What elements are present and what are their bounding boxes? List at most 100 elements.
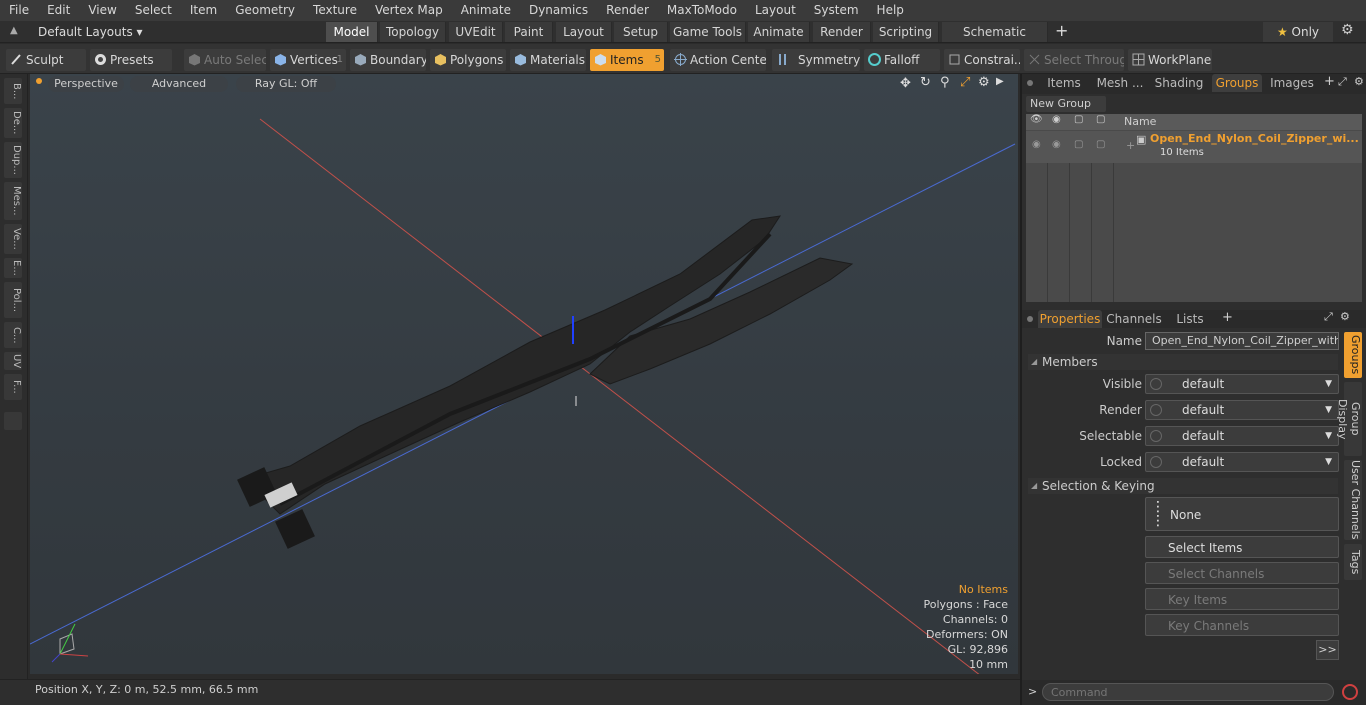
- collapse-icon[interactable]: ▲: [10, 25, 18, 36]
- menu-geometry[interactable]: Geometry: [226, 0, 304, 21]
- tab-layout[interactable]: Layout: [556, 22, 612, 42]
- visible-dropdown[interactable]: default ▼: [1145, 374, 1339, 394]
- side-tab-user-channels[interactable]: User Channels: [1344, 460, 1362, 540]
- layouts-dropdown[interactable]: Default Layouts ▾: [38, 23, 143, 41]
- zoom-view-icon[interactable]: ⚲: [940, 75, 950, 90]
- select-items-button[interactable]: Select Items: [1145, 536, 1339, 558]
- polygons-button[interactable]: Polygons: [430, 49, 506, 71]
- tab-images[interactable]: Images: [1264, 74, 1320, 92]
- tab-topology[interactable]: Topology: [380, 22, 446, 42]
- tab-mesh[interactable]: Mesh ...: [1094, 74, 1146, 92]
- left-tab-3[interactable]: Mes...: [4, 182, 22, 220]
- gear-icon[interactable]: ⚙: [1341, 22, 1354, 38]
- menu-help[interactable]: Help: [868, 0, 913, 21]
- constraints-button[interactable]: Constrai...: [944, 49, 1020, 71]
- lock-icon[interactable]: ▢: [1096, 139, 1105, 150]
- record-icon[interactable]: [1342, 684, 1358, 700]
- expand-icon[interactable]: ⤢: [1338, 75, 1347, 89]
- select-channels-button[interactable]: Select Channels: [1145, 562, 1339, 584]
- presets-button[interactable]: Presets: [90, 49, 172, 71]
- select-through-button[interactable]: Select Through: [1024, 49, 1124, 71]
- left-tab-6[interactable]: Pol...: [4, 282, 22, 318]
- selection-keying-section[interactable]: Selection & Keying: [1028, 478, 1338, 494]
- fit-view-icon[interactable]: ⤢: [960, 75, 970, 90]
- more-button[interactable]: >>: [1316, 640, 1339, 660]
- side-tab-tags[interactable]: Tags: [1344, 544, 1362, 580]
- falloff-button[interactable]: Falloff: [864, 49, 940, 71]
- render-dropdown[interactable]: default ▼: [1145, 400, 1339, 420]
- left-tab-expand[interactable]: [4, 412, 22, 430]
- menu-texture[interactable]: Texture: [304, 0, 366, 21]
- viewport-settings-icon[interactable]: ⚙: [978, 75, 990, 90]
- tab-items[interactable]: Items: [1038, 74, 1090, 92]
- tab-lists[interactable]: Lists: [1166, 310, 1214, 328]
- tab-model[interactable]: Model: [326, 22, 378, 42]
- items-button[interactable]: Items 5: [590, 49, 664, 71]
- menu-animate[interactable]: Animate: [452, 0, 520, 21]
- raygl-button[interactable]: Ray GL: Off: [236, 76, 336, 92]
- none-button[interactable]: ⋮ ⋮ None: [1145, 497, 1339, 531]
- boundary-button[interactable]: Boundary: [350, 49, 426, 71]
- tab-game-tools[interactable]: Game Tools: [670, 22, 746, 42]
- tab-render[interactable]: Render: [813, 22, 871, 42]
- left-tab-8[interactable]: UV: [4, 352, 22, 370]
- left-tab-0[interactable]: B...: [4, 78, 22, 104]
- perspective-button[interactable]: Perspective: [48, 76, 124, 92]
- rotate-view-icon[interactable]: ↻: [920, 75, 931, 90]
- eye-col-icon[interactable]: 👁: [1030, 114, 1043, 125]
- command-input[interactable]: [1042, 683, 1334, 701]
- vertices-button[interactable]: Vertices 1: [270, 49, 346, 71]
- tab-properties[interactable]: Properties: [1038, 310, 1102, 328]
- left-tab-7[interactable]: C...: [4, 322, 22, 348]
- tab-channels[interactable]: Channels: [1106, 310, 1162, 328]
- expand-plus-icon[interactable]: +: [1126, 139, 1135, 152]
- menu-file[interactable]: File: [0, 0, 38, 21]
- menu-render[interactable]: Render: [597, 0, 658, 21]
- menu-layout[interactable]: Layout: [746, 0, 805, 21]
- menu-vertex-map[interactable]: Vertex Map: [366, 0, 452, 21]
- tab-scripting[interactable]: Scripting: [873, 22, 939, 42]
- tab-setup[interactable]: Setup: [614, 22, 668, 42]
- tab-paint[interactable]: Paint: [505, 22, 553, 42]
- left-tab-9[interactable]: F...: [4, 374, 22, 400]
- left-tab-5[interactable]: E...: [4, 258, 22, 278]
- move-view-icon[interactable]: ✥: [900, 76, 911, 91]
- tab-shading[interactable]: Shading: [1150, 74, 1208, 92]
- viewport-more-icon[interactable]: ▶: [996, 76, 1004, 87]
- members-section[interactable]: Members: [1028, 354, 1338, 370]
- new-group-button[interactable]: New Group: [1026, 96, 1106, 112]
- menu-system[interactable]: System: [805, 0, 868, 21]
- menu-item[interactable]: Item: [181, 0, 226, 21]
- 3d-viewport[interactable]: Perspective Advanced Ray GL: Off ✥ ↻ ⚲ ⤢…: [30, 74, 1018, 674]
- left-tab-2[interactable]: Dup...: [4, 142, 22, 178]
- symmetry-button[interactable]: Symmetry: [772, 49, 860, 71]
- workplane-button[interactable]: WorkPlane: [1128, 49, 1212, 71]
- menu-maxtomodo[interactable]: MaxToModo: [658, 0, 746, 21]
- tab-uvedit[interactable]: UVEdit: [449, 22, 503, 42]
- properties-gear-icon[interactable]: ⚙: [1340, 310, 1350, 323]
- tab-groups[interactable]: Groups: [1212, 74, 1262, 92]
- key-items-button[interactable]: Key Items: [1145, 588, 1339, 610]
- selectable-icon[interactable]: ▢: [1074, 139, 1083, 150]
- action-center-button[interactable]: Action Center: [670, 49, 766, 71]
- render-col-icon[interactable]: ◉: [1052, 114, 1061, 125]
- tab-schematic-fusion[interactable]: Schematic Fusion: [942, 22, 1048, 59]
- menu-select[interactable]: Select: [126, 0, 181, 21]
- side-tab-groups[interactable]: Groups: [1344, 332, 1362, 378]
- add-tab-icon[interactable]: +: [1324, 74, 1335, 89]
- left-tab-1[interactable]: De...: [4, 108, 22, 138]
- tab-animate[interactable]: Animate: [748, 22, 810, 42]
- side-tab-group-display[interactable]: Group Display: [1336, 382, 1362, 456]
- add-tab-icon[interactable]: +: [1055, 22, 1068, 40]
- sculpt-button[interactable]: Sculpt: [6, 49, 86, 71]
- properties-expand-icon[interactable]: ⤢: [1324, 310, 1333, 324]
- advanced-button[interactable]: Advanced: [130, 76, 228, 92]
- selectable-dropdown[interactable]: default ▼: [1145, 426, 1339, 446]
- menu-view[interactable]: View: [79, 0, 125, 21]
- group-row[interactable]: ◉ ◉ ▢ ▢ + ▣ Open_End_Nylon_Coil_Zipper_w…: [1026, 131, 1362, 163]
- select-col-icon[interactable]: ▢: [1074, 114, 1083, 125]
- locked-dropdown[interactable]: default ▼: [1145, 452, 1339, 472]
- render-icon[interactable]: ◉: [1052, 139, 1061, 150]
- panel-gear-icon[interactable]: ⚙: [1354, 75, 1364, 88]
- add-properties-tab-icon[interactable]: +: [1222, 310, 1233, 325]
